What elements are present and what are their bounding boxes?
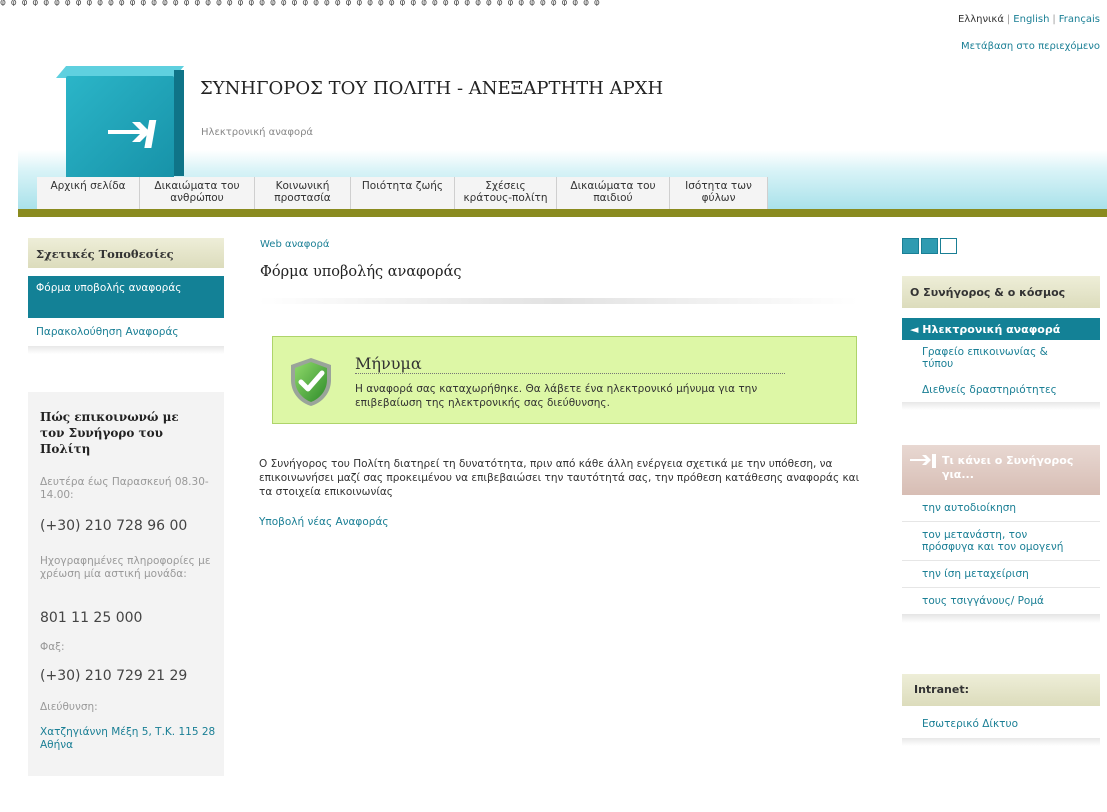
box-shadow bbox=[902, 615, 1100, 623]
box-shadow bbox=[902, 402, 1100, 410]
what-ombudsman-does-box: Τι κάνει ο Συνήγορος για... την αυτοδιοί… bbox=[902, 445, 1100, 623]
sidebar-item-press-office[interactable]: Γραφείο επικοινωνίας & τύπου bbox=[902, 340, 1100, 376]
nav-label: φύλων bbox=[701, 192, 736, 204]
address-label: Διεύθυνση: bbox=[40, 701, 98, 713]
nav-item-quality-of-life[interactable]: Ποιότητα ζωής bbox=[351, 177, 455, 213]
skip-to-content-link[interactable]: Μετάβαση στο περιεχόμενο bbox=[961, 41, 1100, 52]
nav-item-state-citizen[interactable]: Σχέσεις κράτους-πολίτη bbox=[455, 177, 557, 213]
office-hours-label: Δευτέρα έως Παρασκευή 08.30-14.00: bbox=[40, 476, 209, 501]
ombudsman-world-title: Ο Συνήγορος & ο κόσμος bbox=[902, 276, 1100, 308]
breadcrumb[interactable]: Web αναφορά bbox=[260, 239, 329, 250]
site-subtitle: Ηλεκτρονική αναφορά bbox=[201, 127, 314, 138]
sidebar-item-international[interactable]: Διεθνείς δραστηριότητες bbox=[902, 376, 1100, 402]
sidebar-item-equal-treatment[interactable]: την ίση μεταχείριση bbox=[902, 561, 1100, 588]
intranet-box: Intranet: Εσωτερικό Δίκτυο bbox=[902, 674, 1100, 746]
nav-label: Σχέσεις bbox=[485, 180, 526, 192]
site-title: ΣΥΝΗΓΟΡΟΣ ΤΟΥ ΠΟΛΙΤΗ - ΑΝΕΞΑΡΤΗΤΗ ΑΡΧΗ bbox=[200, 78, 664, 99]
nav-item-child-rights[interactable]: Δικαιώματα του παιδιού bbox=[557, 177, 670, 213]
related-sites-title: Σχετικές Τοποθεσίες bbox=[28, 238, 224, 268]
logo-front-face bbox=[66, 76, 174, 180]
message-title: Μήνυμα bbox=[355, 354, 785, 374]
nav-label: παιδιού bbox=[593, 192, 633, 204]
contact-box: Πώς επικοινωνώ με τον Συνήγορο του Πολίτ… bbox=[28, 392, 224, 776]
nav-underline-bar bbox=[18, 209, 1107, 217]
top-strip: φ φ φ φ φ φ φ φ φ φ φ φ φ φ φ φ φ φ φ φ … bbox=[0, 0, 601, 6]
arrow-logo-icon bbox=[108, 120, 157, 148]
contact-title: Πώς επικοινωνώ με τον Συνήγορο του Πολίτ… bbox=[40, 410, 179, 456]
info-paragraph: Ο Συνήγορος του Πολίτη διατηρεί τη δυνατ… bbox=[259, 458, 860, 498]
sidebar-item-migrants[interactable]: τον μετανάστη, τον πρόσφυγα και τον ομογ… bbox=[902, 522, 1100, 561]
phone-number: (+30) 210 728 96 00 bbox=[40, 518, 188, 534]
sitemap-view-icon[interactable] bbox=[940, 238, 957, 254]
nav-label: Κοινωνική bbox=[275, 180, 330, 192]
logo-side-face bbox=[174, 70, 184, 176]
recorded-info-label: Ηχογραφημένες πληροφορίες με χρέωση μία … bbox=[40, 555, 211, 580]
shield-check-icon bbox=[291, 358, 331, 406]
nav-label: Ποιότητα ζωής bbox=[361, 180, 444, 192]
intranet-title: Intranet: bbox=[902, 674, 1100, 706]
recorded-info-number: 801 11 25 000 bbox=[40, 610, 143, 626]
sidebar-item-electronic-report[interactable]: ◄ Ηλεκτρονική αναφορά bbox=[902, 318, 1100, 340]
message-text: Η αναφορά σας καταχωρήθηκε. Θα λάβετε έν… bbox=[355, 383, 758, 409]
nav-label: Αρχική σελίδα bbox=[50, 180, 126, 192]
nav-label: Δικαιώματα του bbox=[570, 180, 656, 192]
nav-item-home[interactable]: Αρχική σελίδα bbox=[37, 177, 140, 213]
lang-greek[interactable]: Ελληνικά bbox=[958, 14, 1004, 25]
three-column-view-icon[interactable] bbox=[921, 238, 938, 254]
nav-item-gender-equality[interactable]: Ισότητα των φύλων bbox=[670, 177, 768, 213]
sidebar-item-local-government[interactable]: την αυτοδιοίκηση bbox=[902, 495, 1100, 522]
fax-label: Φαξ: bbox=[40, 641, 65, 653]
lang-english[interactable]: English bbox=[1013, 14, 1049, 25]
sidebar-item-internal-network[interactable]: Εσωτερικό Δίκτυο bbox=[902, 706, 1100, 738]
box-shadow bbox=[902, 738, 1100, 746]
nav-item-social-protection[interactable]: Κοινωνική προστασία bbox=[255, 177, 351, 213]
fax-number: (+30) 210 729 21 29 bbox=[40, 668, 188, 684]
nav-label: ανθρώπου bbox=[170, 192, 224, 204]
nav-label: Δικαιώματα του bbox=[154, 180, 240, 192]
nav-item-human-rights[interactable]: Δικαιώματα του ανθρώπου bbox=[140, 177, 255, 213]
box-shadow bbox=[28, 346, 224, 354]
related-sites-box: Σχετικές Τοποθεσίες Φόρμα υποβολής αναφο… bbox=[28, 238, 224, 354]
lang-french[interactable]: Français bbox=[1059, 14, 1100, 25]
two-column-view-icon[interactable] bbox=[902, 238, 919, 254]
success-message-box: Μήνυμα Η αναφορά σας καταχωρήθηκε. Θα λά… bbox=[272, 336, 857, 424]
new-report-link[interactable]: Υποβολή νέας Αναφοράς bbox=[259, 516, 389, 528]
main-navigation: Αρχική σελίδα Δικαιώματα του ανθρώπου Κοι… bbox=[37, 177, 768, 213]
nav-label: προστασία bbox=[274, 192, 331, 204]
sidebar-item-report-form[interactable]: Φόρμα υποβολής αναφοράς bbox=[28, 276, 224, 318]
lang-separator: | bbox=[1052, 14, 1056, 25]
what-ombudsman-does-header: Τι κάνει ο Συνήγορος για... bbox=[902, 445, 1100, 495]
arrow-logo-icon bbox=[910, 454, 936, 468]
nav-label: κράτους-πολίτη bbox=[463, 192, 548, 204]
view-toggle bbox=[902, 238, 959, 254]
ombudsman-world-box: Ο Συνήγορος & ο κόσμος ◄ Ηλεκτρονική ανα… bbox=[902, 276, 1100, 410]
page-title: Φόρμα υποβολής αναφοράς bbox=[260, 264, 462, 280]
title-divider bbox=[258, 298, 858, 304]
lang-separator: | bbox=[1006, 14, 1011, 25]
address-link[interactable]: Χατζηγιάννη Μέξη 5, Τ.Κ. 115 28 Αθήνα bbox=[40, 726, 220, 752]
sidebar-item-track-report[interactable]: Παρακολούθηση Αναφοράς bbox=[28, 318, 224, 346]
site-logo[interactable] bbox=[56, 66, 185, 180]
nav-label: Ισότητα των bbox=[685, 180, 752, 192]
language-switcher: Ελληνικά | English | Français bbox=[958, 14, 1100, 25]
what-ombudsman-does-title: Τι κάνει ο Συνήγορος για... bbox=[942, 454, 1074, 481]
sidebar-item-roma[interactable]: τους τσιγγάνους/ Ρομά bbox=[902, 588, 1100, 615]
